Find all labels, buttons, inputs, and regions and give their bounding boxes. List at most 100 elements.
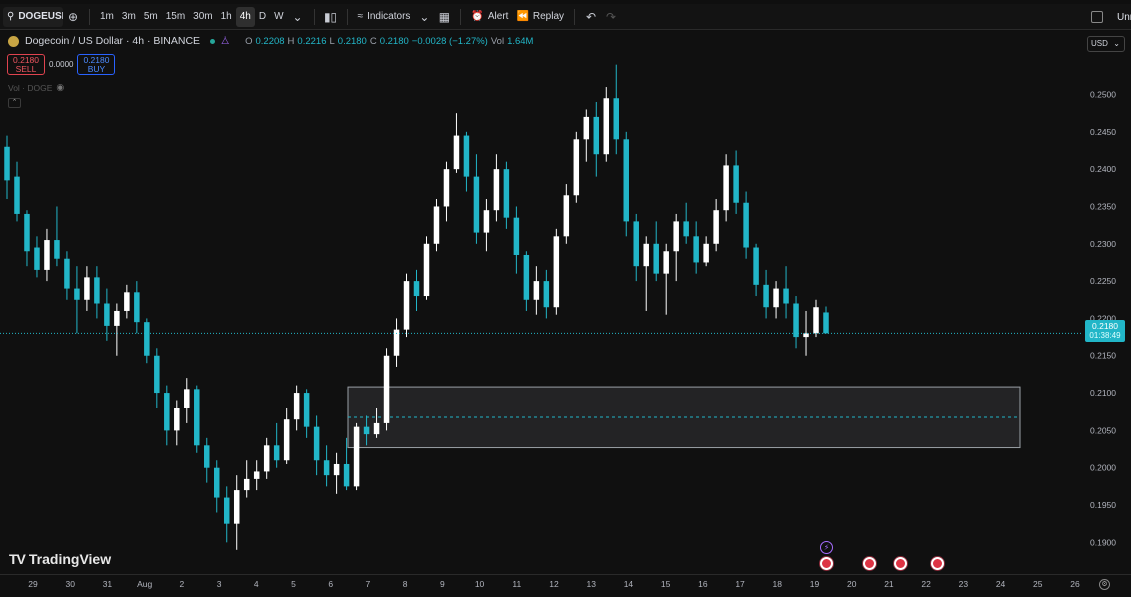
chevron-down-icon[interactable]: ⌄ [414,7,434,27]
candle [354,423,359,490]
volume-indicator-label[interactable]: Vol · DOGE ◉ [8,82,64,93]
candle-body [54,240,59,259]
candle-body [743,203,748,248]
price-tick-label: 0.2400 [1090,164,1116,174]
candle [294,386,299,431]
candle [44,229,49,281]
candle [793,296,798,348]
candle [703,236,708,266]
us-flag-event-icon[interactable] [894,557,907,570]
candle-body [763,285,768,307]
price-tick-label: 0.2100 [1090,388,1116,398]
layout-name[interactable]: Unnamed [1117,12,1131,23]
chevron-down-icon[interactable]: ⌄ [288,7,308,27]
layout-checkbox[interactable] [1091,11,1103,23]
toolbar-divider [460,9,461,25]
interval-30m[interactable]: 30m [189,7,216,27]
settings-gear-icon[interactable]: ⚙ [1099,579,1110,590]
us-flag-event-icon[interactable] [863,557,876,570]
candle-body [94,277,99,303]
indicators-button[interactable]: ≈ Indicators [354,7,415,27]
undo-icon[interactable]: ↶ [581,7,601,27]
candle-body [544,281,549,307]
buy-button[interactable]: 0.2180 BUY [77,54,115,75]
candle-body [584,117,589,139]
candle [14,162,19,222]
candle [54,206,59,266]
candle-body [673,221,678,251]
symbol-search[interactable]: ⚲ DOGEUSDT [3,7,63,27]
ohlc-values: O0.2208 H0.2216 L0.2180 C0.2180 −0.0028 … [245,36,533,47]
current-price-value: 0.2180 [1085,321,1125,331]
chart-legend: Dogecoin / US Dollar · 4h · BINANCE ⧊ O0… [8,35,533,47]
candle [194,386,199,453]
candle [454,113,459,173]
candle-body [44,240,49,270]
price-axis: 0.25000.24500.24000.23500.23000.22500.22… [1090,90,1116,548]
time-tick-label: 6 [328,579,333,589]
collapse-indicators-button[interactable]: ⌃ [8,98,21,108]
tradingview-logo[interactable]: TV TradingView [9,551,111,567]
candle-body [84,277,89,299]
sell-label: SELL [8,65,44,74]
candle [604,87,609,162]
interval-1h[interactable]: 1h [217,7,236,27]
candle [594,102,599,177]
lightning-event-icon[interactable]: ⚡ [820,541,833,554]
time-tick-label: 31 [103,579,113,589]
interval-d[interactable]: D [255,7,270,27]
interval-w[interactable]: W [270,7,287,27]
candle-body [524,255,529,300]
share-icon[interactable]: ⧊ [221,36,229,47]
candle [733,150,738,213]
candle [464,132,469,192]
redo-icon[interactable]: ↷ [601,7,621,27]
interval-15m[interactable]: 15m [162,7,189,27]
candle-body [614,98,619,139]
us-flag-event-icon[interactable] [931,557,944,570]
time-tick-label: 30 [65,579,75,589]
indicators-icon: ≈ [358,11,364,22]
candle [264,438,269,479]
price-tick-label: 0.2300 [1090,239,1116,249]
time-tick-label: 14 [624,579,634,589]
candle [534,266,539,315]
sell-button[interactable]: 0.2180 SELL [7,54,45,75]
layout-grid-icon[interactable]: ▦ [434,7,454,27]
candle-body [74,289,79,300]
candle [813,300,818,337]
tradingview-mark-icon: TV [9,551,25,567]
eye-icon[interactable]: ◉ [56,82,64,93]
time-axis[interactable]: 293031Aug2345678910111213141516171819202… [0,574,1131,592]
indicators-label: Indicators [367,11,410,22]
brand-name: TradingView [29,551,111,567]
interval-3m[interactable]: 3m [118,7,140,27]
candle-body [384,356,389,423]
candle-body [414,281,419,296]
interval-1m[interactable]: 1m [96,7,118,27]
price-tick-label: 0.2450 [1090,127,1116,137]
currency-selector[interactable]: USD ⌄ [1087,36,1125,52]
interval-5m[interactable]: 5m [140,7,162,27]
candle-body [693,236,698,262]
alert-button[interactable]: ⏰ Alert [467,7,512,27]
us-flag-event-icon[interactable] [820,557,833,570]
toolbar-divider [574,9,575,25]
candle [84,266,89,311]
interval-4h[interactable]: 4h [236,7,255,27]
legend-title[interactable]: Dogecoin / US Dollar · 4h · BINANCE [25,35,200,47]
time-tick-label: 3 [217,579,222,589]
candle-body [64,259,69,289]
candle-body [723,165,728,210]
replay-button[interactable]: ⏪ Replay [512,7,568,27]
candle-body [713,210,718,244]
candle-body [4,147,9,181]
candle [324,445,329,486]
candle [164,386,169,446]
compare-add-icon[interactable]: ⊕ [63,7,83,27]
trade-panel: 0.2180 SELL 0.0000 0.2180 BUY [7,54,115,75]
candlestick-chart[interactable]: 0.25000.24500.24000.23500.23000.22500.22… [0,31,1131,597]
candle-body [214,468,219,498]
time-tick-label: 17 [735,579,745,589]
candle-style-icon[interactable]: ▮▯ [321,7,341,27]
